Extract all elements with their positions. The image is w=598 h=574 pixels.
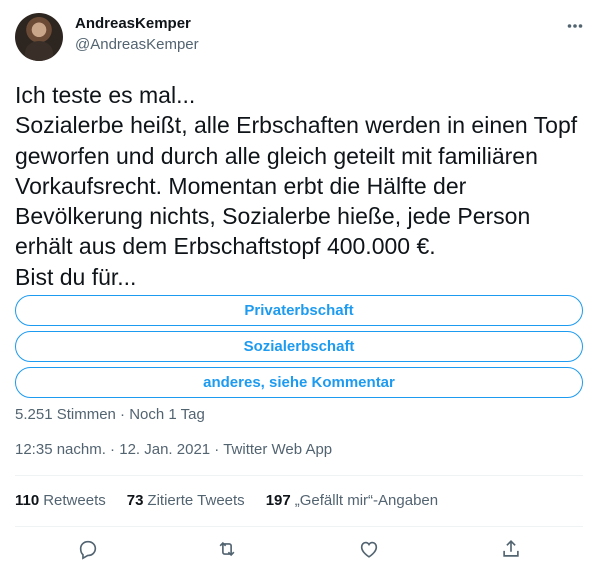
share-icon[interactable] xyxy=(500,538,524,562)
poll-option-sozialerbschaft[interactable]: Sozialerbschaft xyxy=(15,331,583,362)
reply-icon[interactable] xyxy=(77,538,101,562)
author-name[interactable]: AndreasKemper xyxy=(75,15,191,32)
poll-option-privaterbschaft[interactable]: Privaterbschaft xyxy=(15,295,583,326)
retweets-label: Retweets xyxy=(43,492,106,509)
action-bar xyxy=(15,530,583,570)
likes-count: 197 xyxy=(265,492,291,509)
poll-option-anderes[interactable]: anderes, siehe Kommentar xyxy=(15,367,583,398)
quotes-count: 73 xyxy=(126,492,144,509)
quotes-label: Zitierte Tweets xyxy=(147,492,245,509)
tweet-text: Ich teste es mal... Sozialerbe heißt, al… xyxy=(15,82,578,290)
retweets-count: 110 xyxy=(15,492,40,509)
likes-stat[interactable]: 197 „Gefällt mir“-Angaben xyxy=(266,492,438,509)
timestamp[interactable]: 12:35 nachm. · 12. Jan. 2021 · Twitter W… xyxy=(15,441,332,458)
retweets-stat[interactable]: 110 Retweets xyxy=(15,492,106,509)
quotes-stat[interactable]: 73 Zitierte Tweets xyxy=(127,492,245,509)
poll-meta: 5.251 Stimmen · Noch 1 Tag xyxy=(15,406,205,423)
divider xyxy=(15,526,583,527)
poll: Privaterbschaft Sozialerbschaft anderes,… xyxy=(15,295,583,403)
engagement-stats: 110 Retweets 73 Zitierte Tweets 197 „Gefäll… xyxy=(15,492,459,509)
likes-label: „Gefällt mir“-Angaben xyxy=(294,492,439,509)
tweet-header: AndreasKemper @AndreasKemper xyxy=(15,10,583,62)
more-icon[interactable] xyxy=(567,16,583,32)
divider xyxy=(15,475,583,476)
avatar[interactable] xyxy=(15,13,63,61)
retweet-icon[interactable] xyxy=(216,538,240,562)
author-handle[interactable]: @AndreasKemper xyxy=(75,36,199,53)
heart-icon[interactable] xyxy=(358,538,382,562)
